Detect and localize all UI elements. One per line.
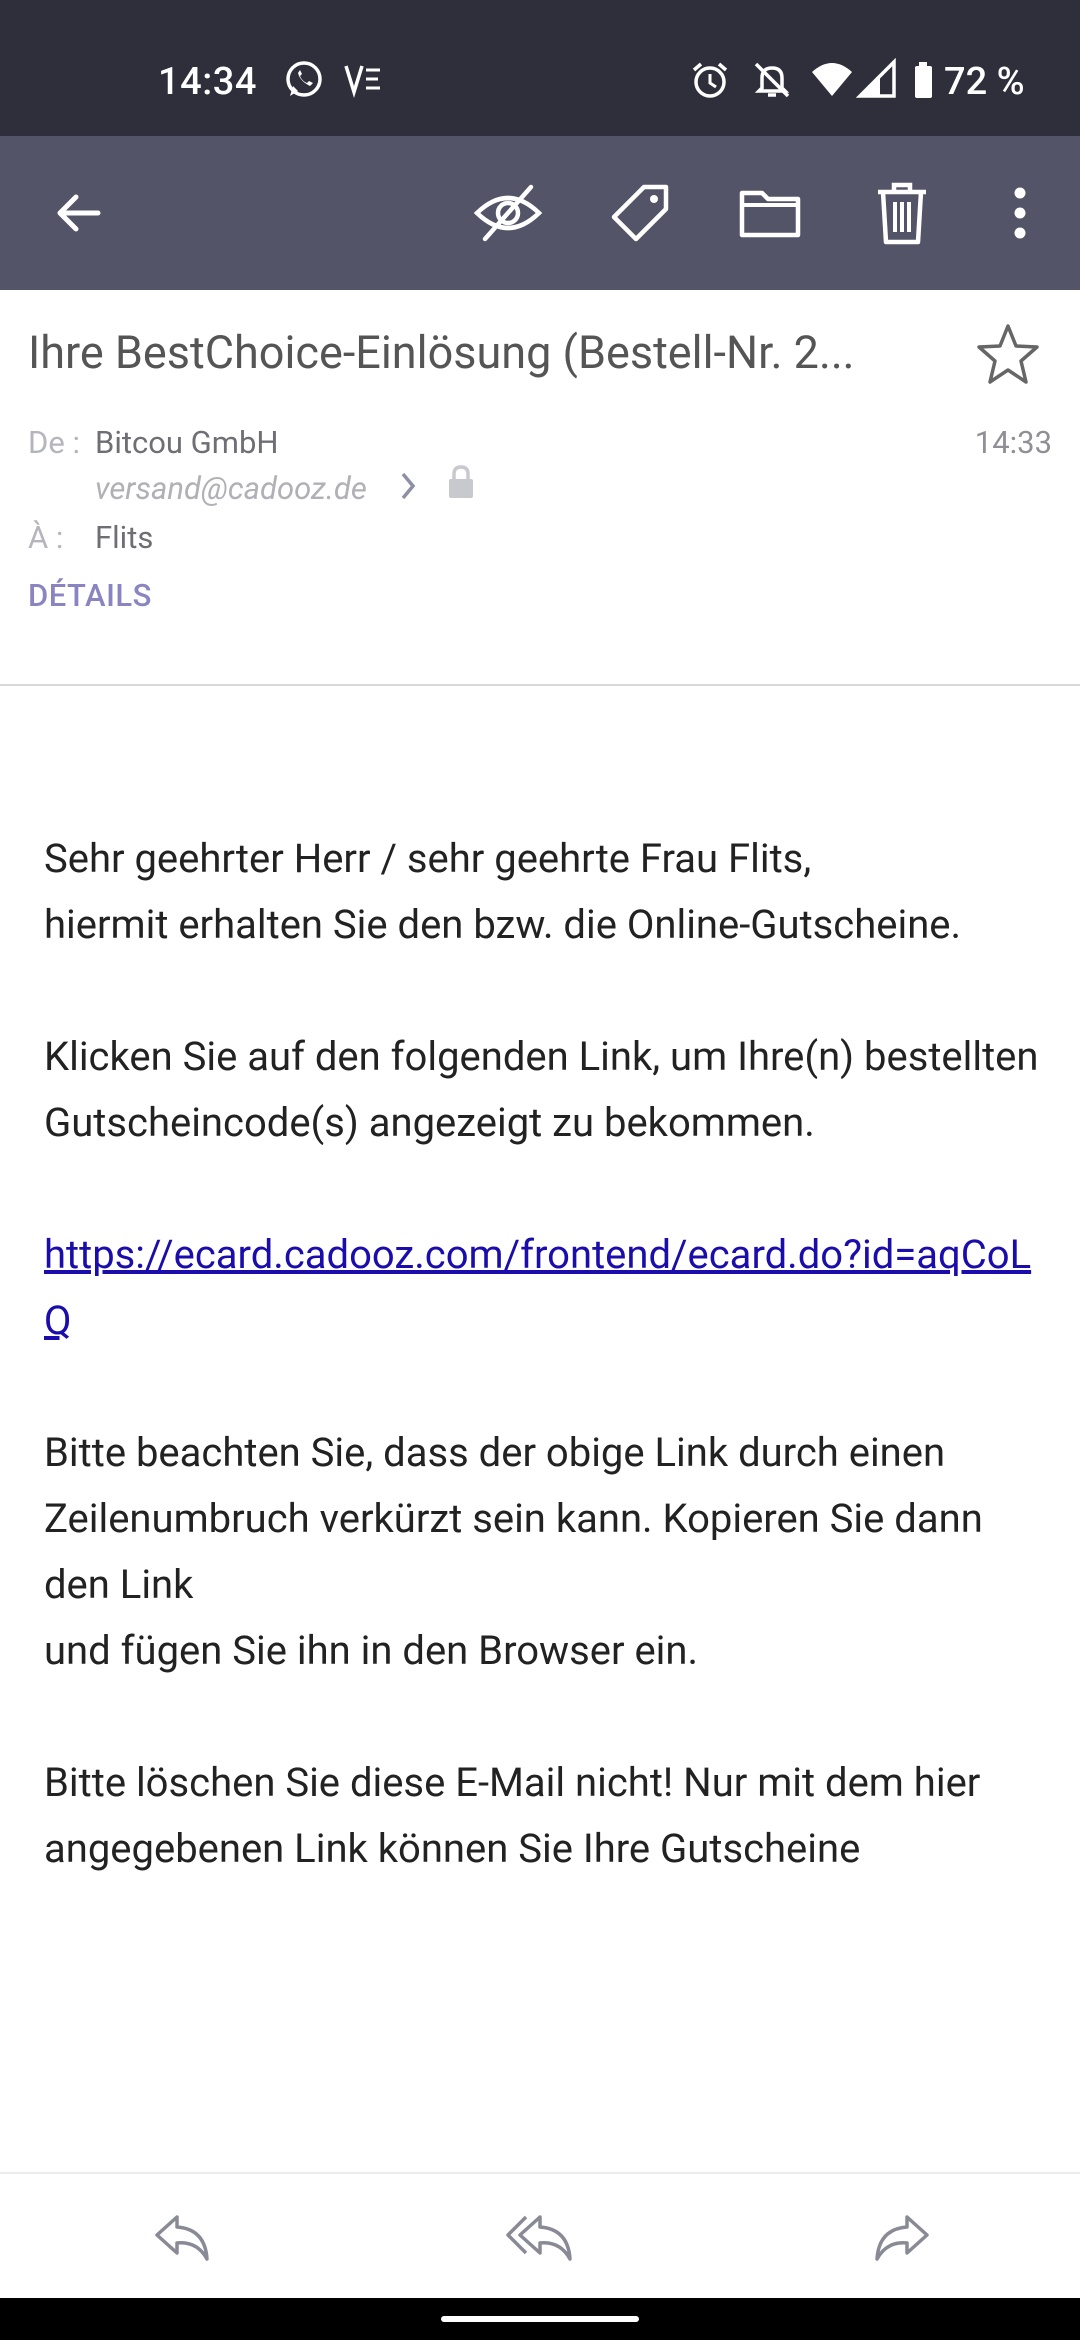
details-link[interactable]: DÉTAILS (28, 577, 152, 614)
move-to-folder-icon (739, 190, 801, 238)
wifi-icon (812, 63, 852, 96)
body-paragraph: Bitte löschen Sie diese E-Mail nicht! Nu… (44, 1750, 1044, 1882)
body-paragraph: Sehr geehrter Herr / sehr geehrte Frau F… (44, 826, 1044, 958)
body-line: Gutscheincode(s) angezeigt zu bekommen. (44, 1099, 815, 1146)
reply-all-icon (506, 2215, 572, 2261)
email-subject: Ihre BestChoice-Einlösung (Bestell-Nr. 2… (28, 326, 855, 379)
delete-icon (878, 182, 926, 245)
star-icon (977, 324, 1039, 384)
body-line: Sehr geehrter Herr / sehr geehrte Frau F… (44, 835, 812, 882)
home-handle[interactable] (441, 2316, 639, 2322)
reply-button[interactable] (132, 2188, 232, 2288)
body-line: Klicken Sie auf den folgenden Link, um I… (44, 1033, 1039, 1080)
sender-email[interactable]: versand@cadooz.de (95, 470, 367, 507)
mute-icon (754, 62, 790, 98)
alarm-icon (692, 62, 728, 98)
from-label: De : (28, 424, 80, 461)
lock-icon (449, 465, 473, 498)
star-button[interactable] (976, 322, 1040, 386)
whatsapp-icon (286, 61, 322, 97)
chevron-right-icon[interactable] (398, 468, 418, 504)
navigation-bar (0, 2298, 1080, 2340)
reply-icon (155, 2215, 209, 2261)
forward-icon (875, 2215, 929, 2261)
header-divider (0, 684, 1080, 686)
forward-button[interactable] (852, 2188, 952, 2288)
back-icon (57, 194, 101, 232)
delete-button[interactable] (852, 136, 952, 290)
bottom-action-bar (0, 2172, 1080, 2298)
status-time: 14:34 (158, 60, 257, 104)
status-bar: 14:34 72 % (0, 0, 1080, 136)
more-options-button[interactable] (970, 136, 1070, 290)
volte-icon (344, 65, 380, 98)
sender-name[interactable]: Bitcou GmbH (95, 424, 279, 461)
mark-unread-icon (473, 184, 543, 242)
voucher-link[interactable]: https://ecard.cadooz.com/frontend/ecard.… (44, 1231, 1031, 1344)
body-line: hiermit erhalten Sie den bzw. die Online… (44, 901, 962, 948)
body-line: Zeilenumbruch verkürzt sein kann. Kopier… (44, 1495, 983, 1608)
back-button[interactable] (28, 136, 128, 290)
recipient-name[interactable]: Flits (95, 519, 153, 556)
top-toolbar (0, 136, 1080, 290)
body-line: und fügen Sie ihn in den Browser ein. (44, 1627, 699, 1674)
body-paragraph: https://ecard.cadooz.com/frontend/ecard.… (44, 1222, 1044, 1354)
label-button[interactable] (590, 136, 690, 290)
body-line: angegebenen Link können Sie Ihre Gutsche… (44, 1825, 861, 1872)
more-icon (1014, 187, 1026, 239)
move-to-folder-button[interactable] (720, 136, 820, 290)
body-paragraph: Klicken Sie auf den folgenden Link, um I… (44, 1024, 1044, 1156)
signal-icon (856, 58, 896, 98)
mark-unread-button[interactable] (458, 136, 558, 290)
to-label: À : (28, 519, 64, 556)
body-line: Bitte beachten Sie, dass der obige Link … (44, 1429, 946, 1476)
reply-all-button[interactable] (490, 2188, 590, 2288)
body-line: Bitte löschen Sie diese E-Mail nicht! Nu… (44, 1759, 981, 1806)
received-time: 14:33 (974, 424, 1052, 461)
battery-percent: 72 % (944, 60, 1025, 104)
email-body: Sehr geehrter Herr / sehr geehrte Frau F… (44, 826, 1044, 1948)
body-paragraph: Bitte beachten Sie, dass der obige Link … (44, 1420, 1044, 1684)
label-icon (611, 184, 669, 242)
